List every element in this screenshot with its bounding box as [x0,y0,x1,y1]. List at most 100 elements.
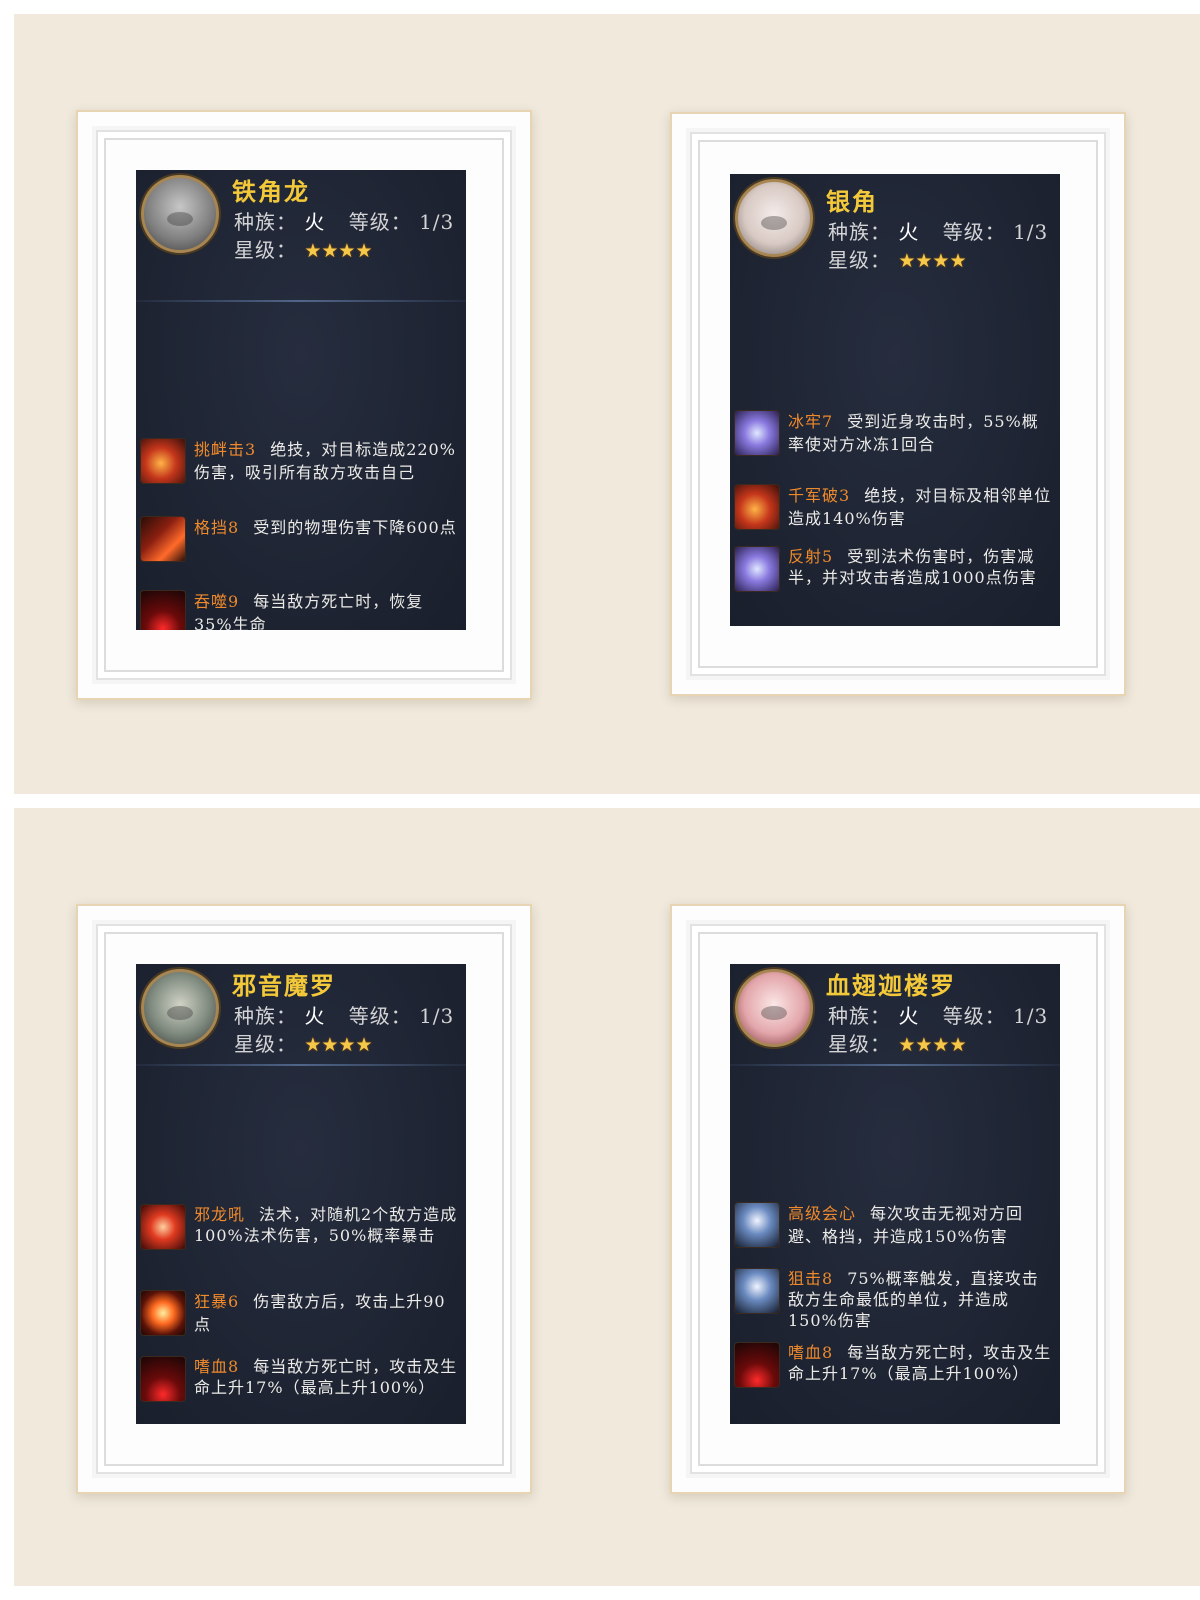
character-card[interactable]: 邪音魔罗 种族： 火 等级： 1/3 星级： ★★★★ 邪龙吼 法术，对随机2个敌… [136,964,466,1424]
character-name: 血翅迦楼罗 [826,971,956,1000]
skill-text: 嗜血8 每当敌方死亡时，攻击及生命上升17%（最高上升100%） [194,1356,460,1398]
skill-name: 狂暴6 [194,1292,240,1311]
skill-text: 高级会心 每次攻击无视对方回避、格挡，并造成150%伤害 [788,1202,1054,1248]
rage-burst-icon [140,1290,186,1336]
race-level-row: 种族： 火 等级： 1/3 [828,216,1048,245]
character-portrait [141,175,219,253]
skill-item[interactable]: 千军破3 绝技，对目标及相邻单位造成140%伤害 [730,478,1060,540]
skill-list: 邪龙吼 法术，对随机2个敌方造成100%法术伤害，50%概率暴击 狂暴6 伤害敌方后… [136,1198,466,1424]
character-card[interactable]: 银角 种族： 火 等级： 1/3 星级： ★★★★ 冰牢7 受到近身攻击时，55%… [730,174,1060,626]
fire-claw-icon [734,484,780,530]
skill-name: 反射5 [788,547,834,566]
character-portrait [141,969,219,1047]
picture-frame: 银角 种族： 火 等级： 1/3 星级： ★★★★ 冰牢7 受到近身攻击时，55%… [670,112,1126,696]
character-portrait [735,179,813,257]
skill-list: 冰牢7 受到近身攻击时，55%概率使对方冰冻1回合 千军破3 绝技，对目标及相邻单位… [730,404,1060,620]
bloodthirst-icon [140,1356,186,1402]
race-value: 火 [898,1004,920,1028]
character-name: 银角 [826,187,878,216]
panel-yinjiao: 银角 种族： 火 等级： 1/3 星级： ★★★★ 冰牢7 受到近身攻击时，55%… [608,14,1200,794]
level-label: 等级： [942,220,1006,244]
divider [730,1064,1060,1066]
star-row: 星级： ★★★★ [828,1028,967,1057]
race-level-row: 种族： 火 等级： 1/3 [234,206,454,235]
skill-text: 格挡8 受到的物理伤害下降600点 [194,516,460,539]
skill-name: 邪龙吼 [194,1205,246,1224]
star-label: 星级： [234,238,297,262]
race-label: 种族： [828,1004,891,1028]
race-level-row: 种族： 火 等级： 1/3 [234,1000,454,1029]
skill-text: 邪龙吼 法术，对随机2个敌方造成100%法术伤害，50%概率暴击 [194,1204,460,1246]
star-label: 星级： [828,248,891,272]
level-value: 1/3 [1013,1004,1049,1028]
star-row: 星级： ★★★★ [828,244,967,273]
skill-item[interactable]: 狙击8 75%概率触发，直接攻击敌方生命最低的单位，并造成150%伤害 [730,1262,1060,1336]
skill-name: 高级会心 [788,1204,857,1223]
skill-item[interactable]: 嗜血8 每当敌方死亡时，攻击及生命上升17%（最高上升100%） [730,1336,1060,1416]
panel-tiejiaolong: 铁角龙 种族： 火 等级： 1/3 星级： ★★★★ 挑衅击3 绝技，对目标造成2… [14,14,608,794]
race-value: 火 [304,210,326,234]
level-label: 等级： [348,1004,412,1028]
blade-icon [734,1268,780,1314]
dragon-roar-icon [140,1204,186,1250]
skill-item[interactable]: 狂暴6 伤害敌方后，攻击上升90点 [136,1284,466,1350]
character-name: 铁角龙 [232,177,310,206]
skill-text: 千军破3 绝技，对目标及相邻单位造成140%伤害 [788,484,1054,530]
skill-name: 嗜血8 [194,1357,240,1376]
race-value: 火 [304,1004,326,1028]
panel-xieyinmoluo: 邪音魔罗 种族： 火 等级： 1/3 星级： ★★★★ 邪龙吼 法术，对随机2个敌… [14,808,608,1586]
skill-item[interactable]: 邪龙吼 法术，对随机2个敌方造成100%法术伤害，50%概率暴击 [136,1198,466,1284]
skill-text: 冰牢7 受到近身攻击时，55%概率使对方冰冻1回合 [788,410,1054,456]
skill-text: 狙击8 75%概率触发，直接攻击敌方生命最低的单位，并造成150%伤害 [788,1268,1054,1331]
race-label: 种族： [234,210,297,234]
picture-frame: 血翅迦楼罗 种族： 火 等级： 1/3 星级： ★★★★ 高级会心 每次攻击无视对… [670,904,1126,1494]
devour-icon [140,590,186,630]
race-value: 火 [898,220,920,244]
star-label: 星级： [234,1032,297,1056]
divider [136,300,466,302]
star-rating: ★★★★ [304,1034,373,1056]
panel-xuechijialouluo: 血翅迦楼罗 种族： 火 等级： 1/3 星级： ★★★★ 高级会心 每次攻击无视对… [608,808,1200,1586]
skill-name: 冰牢7 [788,412,834,431]
skill-item[interactable]: 嗜血8 每当敌方死亡时，攻击及生命上升17%（最高上升100%） [136,1350,466,1424]
skill-list: 高级会心 每次攻击无视对方回避、格挡，并造成150%伤害 狙击8 75%概率触发，直… [730,1196,1060,1416]
level-label: 等级： [348,210,412,234]
skill-item[interactable]: 格挡8 受到的物理伤害下降600点 [136,510,466,584]
skill-text: 吞噬9 每当敌方死亡时，恢复35%生命 [194,590,460,630]
skill-name: 吞噬9 [194,592,240,611]
level-value: 1/3 [419,210,455,234]
level-value: 1/3 [1013,220,1049,244]
skill-text: 反射5 受到法术伤害时，伤害减半，并对攻击者造成1000点伤害 [788,546,1054,588]
skill-text: 狂暴6 伤害敌方后，攻击上升90点 [194,1290,460,1336]
star-label: 星级： [828,1032,891,1056]
skill-item[interactable]: 冰牢7 受到近身攻击时，55%概率使对方冰冻1回合 [730,404,1060,478]
character-card[interactable]: 铁角龙 种族： 火 等级： 1/3 星级： ★★★★ 挑衅击3 绝技，对目标造成2… [136,170,466,630]
level-value: 1/3 [419,1004,455,1028]
skill-name: 格挡8 [194,518,240,537]
picture-frame: 铁角龙 种族： 火 等级： 1/3 星级： ★★★★ 挑衅击3 绝技，对目标造成2… [76,110,532,700]
skill-text: 嗜血8 每当敌方死亡时，攻击及生命上升17%（最高上升100%） [788,1342,1054,1384]
skill-list: 挑衅击3 绝技，对目标造成220%伤害，吸引所有敌方攻击自己 格挡8 受到的物理伤害… [136,432,466,630]
skill-item[interactable]: 吞噬9 每当敌方死亡时，恢复35%生命 [136,584,466,630]
bloodthirst-icon [734,1342,780,1388]
level-label: 等级： [942,1004,1006,1028]
star-rating: ★★★★ [898,1034,967,1056]
skill-name: 挑衅击3 [194,440,257,459]
block-icon [140,516,186,562]
skill-name: 狙击8 [788,1269,834,1288]
blade-icon [734,1202,780,1248]
character-card[interactable]: 血翅迦楼罗 种族： 火 等级： 1/3 星级： ★★★★ 高级会心 每次攻击无视对… [730,964,1060,1424]
character-portrait [735,969,813,1047]
skill-item[interactable]: 高级会心 每次攻击无视对方回避、格挡，并造成150%伤害 [730,1196,1060,1262]
skill-item[interactable]: 挑衅击3 绝技，对目标造成220%伤害，吸引所有敌方攻击自己 [136,432,466,510]
ice-shield-icon [734,410,780,456]
race-level-row: 种族： 火 等级： 1/3 [828,1000,1048,1029]
character-name: 邪音魔罗 [232,971,336,1000]
picture-frame: 邪音魔罗 种族： 火 等级： 1/3 星级： ★★★★ 邪龙吼 法术，对随机2个敌… [76,904,532,1494]
skill-desc: 受到的物理伤害下降600点 [253,518,457,537]
skill-item[interactable]: 反射5 受到法术伤害时，伤害减半，并对攻击者造成1000点伤害 [730,540,1060,620]
race-label: 种族： [828,220,891,244]
skill-text: 挑衅击3 绝技，对目标造成220%伤害，吸引所有敌方攻击自己 [194,438,460,484]
fire-claw-icon [140,438,186,484]
ice-shield-icon [734,546,780,592]
